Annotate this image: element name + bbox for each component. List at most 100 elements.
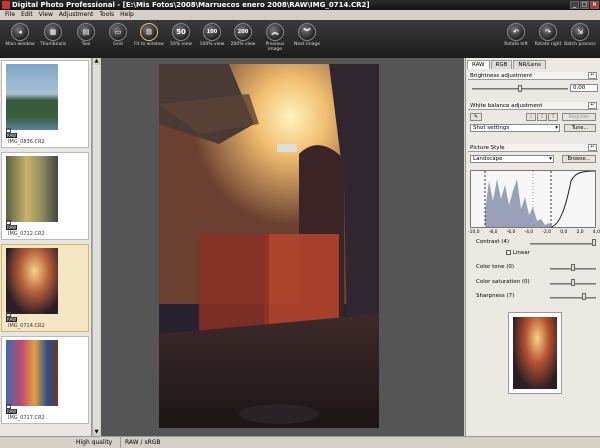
thumbnail-image	[6, 340, 58, 406]
fit-to-window-icon: ⊡	[140, 23, 158, 41]
picture-style-header: Picture Style ↩	[468, 144, 598, 152]
close-button[interactable]: ×	[590, 1, 599, 9]
picture-style-select-value: Landscape	[473, 156, 503, 162]
raw-badge: RAW	[6, 133, 18, 138]
thumbnail-item-selected[interactable]: RAW IMG_0714.CR2	[1, 244, 89, 332]
white-balance-select[interactable]: Shot settings ▾	[470, 124, 560, 132]
picture-style-select[interactable]: Landscape ▾	[470, 155, 554, 163]
tick-label: -6,0	[506, 230, 516, 235]
reset-icon[interactable]: ↩	[588, 102, 597, 109]
white-balance-section: White balance adjustment ↩	[468, 102, 598, 110]
rotate-left-button[interactable]: ↶ Rotate left	[499, 23, 533, 57]
thumbnail-filename: IMG_0717.CR2	[8, 415, 45, 421]
menu-edit[interactable]: Edit	[18, 10, 36, 20]
sharpness-slider[interactable]	[550, 297, 596, 299]
image-viewer[interactable]	[101, 58, 464, 436]
menu-tools[interactable]: Tools	[96, 10, 117, 20]
chevron-down-icon: ▾	[555, 125, 558, 131]
thumbnail-item[interactable]: RAW IMG_0712.CR2	[1, 152, 89, 240]
status-quality: High quality	[76, 439, 113, 446]
brightness-value-field[interactable]: 0,00	[570, 84, 598, 92]
brightness-slider-knob[interactable]	[518, 85, 522, 92]
view-200-button[interactable]: 200 200% view	[226, 23, 260, 57]
thumbnail-image	[6, 64, 58, 130]
register-button[interactable]: Register	[562, 113, 596, 121]
view-50-button[interactable]: 50 50% view	[164, 23, 198, 57]
chevron-up-icon: ︽	[266, 23, 284, 41]
menu-help[interactable]: Help	[117, 10, 137, 20]
brightness-header: Brightness adjustment ↩	[468, 72, 598, 80]
sharpness-label: Sharpness (7)	[476, 293, 515, 299]
rotate-right-button[interactable]: ↷ Rotate right	[531, 23, 565, 57]
tool-icon: ▤	[77, 23, 95, 41]
tab-nr-lens[interactable]: NR/Lens	[513, 60, 546, 69]
tick-label: -10,0	[468, 230, 480, 235]
reset-icon[interactable]: ↩	[588, 72, 597, 79]
contrast-label: Contrast (4)	[476, 239, 510, 245]
menu-bar: File Edit View Adjustment Tools Help	[0, 10, 600, 20]
reset-icon[interactable]: ↩	[588, 144, 597, 151]
white-balance-header: White balance adjustment ↩	[468, 102, 598, 110]
tick-label: -4,0	[524, 230, 534, 235]
view-100-button[interactable]: 100 100% view	[195, 23, 229, 57]
raw-badge: RAW	[6, 225, 18, 230]
tool-button[interactable]: ▤ Tool	[69, 23, 103, 57]
thumbnail-filename: IMG_0836.CR2	[8, 139, 45, 145]
picture-style-section: Picture Style ↩	[468, 144, 598, 152]
raw-badge: RAW	[6, 317, 18, 322]
menu-view[interactable]: View	[36, 10, 56, 20]
menu-adjustment[interactable]: Adjustment	[56, 10, 96, 20]
thumbnail-item[interactable]: RAW IMG_0717.CR2	[1, 336, 89, 424]
main-window-button[interactable]: ◂ Main window	[3, 23, 37, 57]
chevron-down-icon: ︾	[298, 23, 316, 41]
maximize-button[interactable]: □	[580, 1, 589, 9]
navigator-preview[interactable]	[508, 312, 562, 394]
view-100-icon: 100	[203, 23, 221, 41]
batch-process-button[interactable]: ⇲ Batch process	[563, 23, 597, 57]
wb-preset-3-button[interactable]: 3	[548, 113, 558, 121]
thumbnail-filename: IMG_0712.CR2	[8, 231, 45, 237]
thumbnails-button[interactable]: ▦ Thumbnails	[36, 23, 70, 57]
thumbnail-image	[6, 248, 58, 314]
eyedropper-button[interactable]: ✎	[470, 113, 482, 121]
browse-button[interactable]: Browse...	[562, 155, 596, 163]
main-window-icon: ◂	[11, 23, 29, 41]
tune-button[interactable]: Tune...	[564, 124, 596, 132]
thumbnail-scrollbar[interactable]: ▲ ▼	[92, 58, 100, 436]
app-icon	[2, 1, 10, 9]
chevron-down-icon: ▾	[549, 156, 552, 162]
contrast-slider-knob[interactable]	[592, 239, 596, 246]
tab-rgb[interactable]: RGB	[490, 60, 513, 69]
thumbnail-item[interactable]: RAW IMG_0836.CR2	[1, 60, 89, 148]
color-tone-slider-knob[interactable]	[571, 264, 575, 271]
minimize-button[interactable]: _	[570, 1, 579, 9]
sharpness-slider-knob[interactable]	[582, 293, 586, 300]
scroll-up-icon[interactable]: ▲	[93, 58, 100, 65]
thumbnail-image	[6, 156, 58, 222]
next-image-button[interactable]: ︾ Next image	[290, 23, 324, 57]
photo-render	[159, 64, 379, 428]
wb-preset-2-button[interactable]: 2	[537, 113, 547, 121]
histogram-ticks: -10,0 -8,0 -6,0 -4,0 -2,0 0,0 2,0 4,0	[468, 230, 600, 235]
previous-image-button[interactable]: ︽ Previous image	[258, 23, 292, 57]
view-200-icon: 200	[234, 23, 252, 41]
toolbar: ◂ Main window ▦ Thumbnails ▤ Tool ▭ Grid…	[0, 20, 600, 58]
color-saturation-slider-knob[interactable]	[571, 279, 575, 286]
grid-button[interactable]: ▭ Grid	[101, 23, 135, 57]
rotate-left-icon: ↶	[507, 23, 525, 41]
contrast-slider[interactable]	[530, 243, 596, 245]
thumbnail-filename: IMG_0714.CR2	[8, 323, 45, 329]
wb-preset-1-button[interactable]: 1	[526, 113, 536, 121]
tab-raw[interactable]: RAW	[467, 60, 490, 69]
tick-label: 0,0	[560, 230, 568, 235]
checkbox[interactable]	[506, 250, 511, 255]
palette-tabs: RAW RGB NR/Lens	[466, 60, 546, 69]
color-saturation-label: Color saturation (0)	[476, 279, 530, 285]
menu-file[interactable]: File	[2, 10, 18, 20]
linear-label: Linear	[512, 250, 530, 256]
tool-palette: RAW RGB NR/Lens Brightness adjustment ↩ …	[465, 58, 600, 436]
linear-checkbox[interactable]: Linear	[506, 250, 530, 257]
fit-to-window-button[interactable]: ⊡ Fit to window	[132, 23, 166, 57]
tone-curve-histogram[interactable]	[470, 170, 596, 228]
scroll-down-icon[interactable]: ▼	[93, 429, 100, 436]
